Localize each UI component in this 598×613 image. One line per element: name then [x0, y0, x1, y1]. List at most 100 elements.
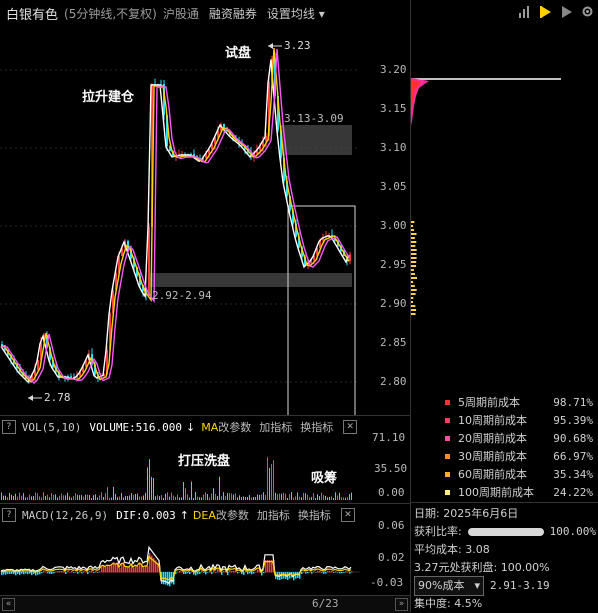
vol-ma-label: MA	[201, 420, 219, 434]
volume-bar	[199, 497, 200, 500]
volume-bar	[177, 494, 178, 500]
volume-bar	[321, 492, 322, 500]
help-icon[interactable]: ?	[2, 420, 16, 434]
chart-scrollbar[interactable]: « 6/23 »	[0, 595, 410, 613]
macd-bar	[143, 567, 145, 573]
volume-bar	[327, 497, 328, 500]
period-label: (5分钟线,不复权)	[64, 6, 157, 21]
vol-value: VOLUME:516.000	[89, 420, 183, 434]
volume-bar	[275, 492, 276, 500]
macd-bar	[69, 571, 71, 573]
volume-bar	[133, 494, 134, 500]
volume-bar	[101, 492, 102, 500]
price-chart[interactable]	[0, 26, 360, 416]
volume-bar	[143, 495, 144, 500]
macd-bar	[65, 572, 67, 574]
vol-modify-params-button[interactable]: 改参数	[218, 419, 251, 435]
volume-bar	[187, 494, 188, 500]
volume-bar	[287, 497, 288, 500]
stock-name[interactable]: 白银有色	[6, 4, 58, 23]
volume-bar	[19, 492, 20, 500]
macd-bar	[107, 565, 109, 573]
macd-bar	[321, 572, 323, 573]
volume-bar	[191, 481, 192, 500]
volume-bar	[261, 494, 262, 500]
chip-distribution-icon[interactable]	[539, 5, 552, 18]
gear-icon[interactable]	[581, 5, 594, 18]
macd-bar	[29, 572, 31, 574]
volume-bar	[227, 493, 228, 500]
volume-bars	[1, 457, 352, 500]
macd-bar	[37, 572, 39, 575]
volume-bar	[37, 493, 38, 500]
profit-ratio-value: 100.00%	[549, 525, 596, 538]
legend-name: 5周期前成本	[458, 396, 520, 409]
macd-bar	[303, 571, 305, 573]
play-icon[interactable]	[560, 5, 573, 18]
candle-body	[148, 226, 150, 296]
indicator-icon[interactable]	[518, 5, 531, 18]
volume-bar	[1, 492, 2, 500]
scroll-right-button[interactable]: »	[395, 598, 408, 611]
chip-bar	[411, 221, 415, 223]
volume-bar	[253, 496, 254, 500]
volume-bar	[21, 495, 22, 500]
vol-close-button[interactable]: ✕	[343, 420, 357, 434]
volume-bar	[33, 496, 34, 500]
volume-bar	[3, 495, 4, 500]
macd-bar	[147, 566, 149, 573]
macd-bar	[23, 572, 25, 575]
volume-bar	[117, 497, 118, 500]
legend-percent: 90.68%	[553, 431, 593, 445]
upper-zone-label: 3.13-3.09	[284, 112, 344, 125]
chip-distribution-chart	[411, 78, 561, 315]
macd-switch-indicator-button[interactable]: 换指标	[298, 507, 331, 523]
macd-bar	[1, 572, 3, 576]
volume-bar	[283, 492, 284, 500]
macd-indicator-name: MACD(12,26,9)	[22, 508, 109, 522]
cost-percent-select[interactable]: 90%成本 ▾	[414, 576, 484, 596]
volume-bar	[343, 497, 344, 500]
concentration: 集中度: 4.5%	[414, 597, 483, 610]
volume-bar	[255, 497, 256, 500]
macd-modify-params-button[interactable]: 改参数	[216, 507, 249, 523]
macd-bar	[347, 571, 349, 573]
volume-bar	[259, 494, 260, 500]
macd-bar	[91, 570, 93, 573]
volume-bar	[129, 495, 130, 500]
scroll-left-button[interactable]: «	[2, 598, 15, 611]
macd-bar	[21, 572, 23, 574]
vol-switch-indicator-button[interactable]: 换指标	[300, 419, 333, 435]
volume-bar	[97, 497, 98, 500]
volume-bar	[221, 496, 222, 500]
volume-bar	[335, 492, 336, 500]
macd-bar	[89, 570, 91, 573]
vol-add-indicator-button[interactable]: 加指标	[259, 419, 292, 435]
macd-add-indicator-button[interactable]: 加指标	[257, 507, 290, 523]
legend-swatch	[445, 417, 450, 423]
ma-setting-button[interactable]: 设置均线 ▾	[267, 5, 325, 22]
cost-legend-row: 60周期前成本 35.34%	[443, 465, 593, 483]
volume-bar	[141, 496, 142, 500]
legend-percent: 35.34%	[553, 467, 593, 481]
volume-bar	[5, 495, 6, 500]
price-tick: 3.00	[380, 219, 407, 232]
macd-close-button[interactable]: ✕	[340, 508, 355, 522]
macd-bar	[181, 571, 183, 573]
macd-bar	[13, 572, 15, 575]
chip-bar	[411, 285, 415, 287]
candle-body	[331, 234, 333, 236]
macd-bar	[185, 572, 187, 575]
price-tick: 2.85	[380, 336, 407, 349]
chip-bar	[411, 269, 414, 271]
volume-bar	[351, 492, 352, 500]
chip-bar	[411, 257, 417, 259]
volume-bar	[231, 493, 232, 500]
macd-bar	[55, 571, 57, 573]
help-icon[interactable]: ?	[2, 508, 16, 522]
macd-bar	[119, 567, 121, 573]
volume-bar	[85, 494, 86, 500]
vol-axis-mid: 35.50	[374, 462, 408, 475]
volume-bar	[223, 492, 224, 500]
margin-trading-button[interactable]: 融资融券	[209, 5, 257, 22]
